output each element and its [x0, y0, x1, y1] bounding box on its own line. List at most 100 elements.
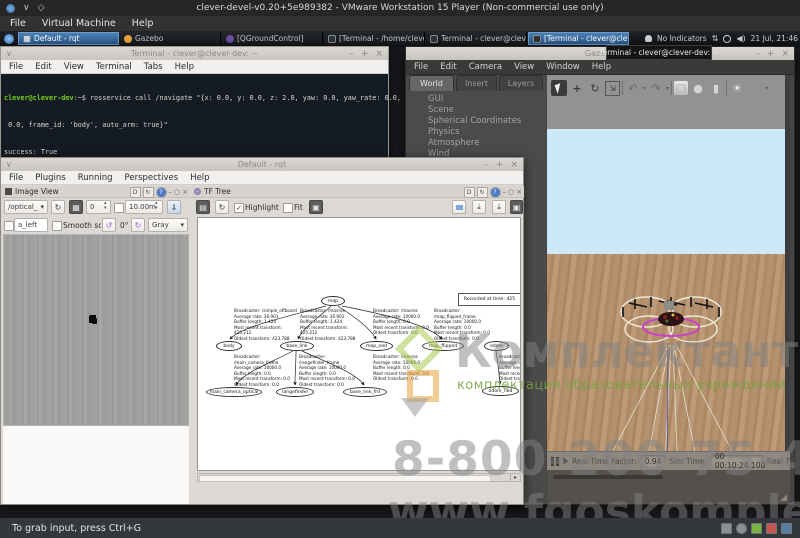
translate-tool-button[interactable]: + — [569, 80, 585, 96]
tab-layers[interactable]: Layers — [499, 75, 543, 91]
tree-item-atmosphere[interactable]: Atmosphere — [406, 137, 544, 148]
color-scheme-combobox[interactable]: Gray▾ — [148, 218, 188, 232]
redo-button[interactable]: ↷ — [648, 80, 664, 96]
taskbar-button-terminal-2[interactable]: Terminal - clever@clever-de... — [426, 32, 527, 45]
spinbox-arrows[interactable]: ▴▾ — [104, 201, 107, 211]
cdrom-device-icon[interactable] — [736, 523, 747, 534]
scrollbar-thumb[interactable] — [199, 475, 491, 482]
close-icon[interactable]: × — [781, 49, 789, 59]
topic-combobox[interactable]: /optical_▾ — [4, 200, 48, 214]
vmware-menu-virtual-machine[interactable]: Virtual Machine — [42, 18, 116, 29]
gazebo-menu-edit[interactable]: Edit — [440, 62, 456, 72]
publish-click-checkbox[interactable] — [4, 221, 14, 231]
dock-reload-button[interactable]: ↻ — [143, 187, 154, 198]
right-panel-splitter[interactable]: ⋮ — [785, 75, 790, 504]
maximize-icon[interactable]: + — [361, 49, 369, 59]
rtf-value[interactable]: 0.94 — [641, 455, 666, 467]
close-icon[interactable]: × — [375, 49, 383, 59]
taskbar-button-qgroundcontrol[interactable]: [QGroundControl] — [222, 32, 323, 45]
minimize-icon[interactable]: – — [484, 160, 489, 170]
image-options-button[interactable]: ▦ — [69, 200, 83, 214]
rqt-menu-plugins[interactable]: Plugins — [35, 173, 65, 183]
dock-float-icon[interactable]: ○ — [508, 188, 514, 196]
scale-tool-button[interactable]: ⇲ — [605, 81, 620, 96]
vmware-menu-help[interactable]: Help — [132, 18, 154, 29]
gazebo-viewport[interactable]: + ↻ ⇲ ↶ ▾ ↷ ▾ □ ● ▮ ☀ ▾ ⋮ — [547, 75, 790, 504]
tf-horizontal-scrollbar[interactable]: ▸ — [197, 473, 521, 482]
rotate-cw-button[interactable]: ↻ — [131, 218, 145, 232]
insert-box-button[interactable]: □ — [674, 81, 688, 95]
dynamic-range-checkbox[interactable] — [114, 203, 124, 213]
vmware-collapse-icon[interactable]: ∨ — [23, 3, 30, 13]
window-shade-icon[interactable]: ∨ — [6, 47, 12, 60]
maximize-icon[interactable]: + — [496, 160, 504, 170]
spinbox-arrows[interactable]: ▴▾ — [155, 201, 158, 211]
vmware-fullscreen-icon[interactable]: ◇ — [38, 3, 45, 13]
sim-time-value[interactable]: 00 00:10:24.100 — [711, 455, 763, 467]
terminal-menu-view[interactable]: View — [64, 62, 84, 72]
tf-refresh-button[interactable]: ↻ — [215, 200, 229, 214]
dock-reload-button[interactable]: ↻ — [477, 187, 488, 198]
zoom-spinbox[interactable]: 0 — [86, 200, 111, 214]
fit-checkbox[interactable] — [283, 203, 293, 213]
export-image-button[interactable]: ▣ — [510, 200, 523, 214]
undo-dropdown-icon[interactable]: ▾ — [643, 85, 646, 92]
vmware-menu-file[interactable]: File — [10, 18, 26, 29]
rotate-ccw-button[interactable]: ↺ — [102, 218, 116, 232]
network-device-icon[interactable] — [751, 523, 762, 534]
undo-button[interactable]: ↶ — [625, 80, 641, 96]
redo-dropdown-icon[interactable]: ▾ — [666, 85, 669, 92]
window-shade-icon[interactable]: ∨ — [6, 158, 12, 171]
taskbar-button-terminal-1[interactable]: [Terminal - /home/clever/cat... — [324, 32, 425, 45]
volume-icon[interactable]: ◀) — [736, 34, 745, 43]
scroll-right-button[interactable]: ▸ — [510, 474, 520, 481]
gazebo-menu-window[interactable]: Window — [546, 62, 580, 72]
dock-help-button[interactable]: ? — [156, 187, 167, 198]
tab-world[interactable]: World — [409, 75, 454, 91]
terminal-menu-edit[interactable]: Edit — [35, 62, 51, 72]
rqt-menu-help[interactable]: Help — [190, 173, 209, 183]
dock-settings-button[interactable]: D — [464, 187, 475, 198]
smooth-scaling-checkbox[interactable] — [52, 221, 62, 231]
refresh-topics-button[interactable]: ↻ — [51, 200, 65, 214]
gazebo-menu-camera[interactable]: Camera — [469, 62, 502, 72]
bell-icon[interactable] — [645, 35, 652, 42]
dock-minimize-icon[interactable]: – — [503, 188, 507, 196]
gazebo-menu-file[interactable]: File — [414, 62, 428, 72]
terminal-menu-help[interactable]: Help — [175, 62, 194, 72]
close-icon[interactable]: × — [510, 160, 518, 170]
harddisk-device-icon[interactable] — [721, 523, 732, 534]
step-button[interactable] — [563, 457, 568, 465]
rotate-tool-button[interactable]: ↻ — [587, 80, 603, 96]
taskbar-button-rqt[interactable]: Default - rqt — [18, 32, 119, 45]
zoom-out-button[interactable]: ⤓ — [492, 200, 506, 214]
dock-minimize-icon[interactable]: – — [169, 188, 173, 196]
usb-device-icon[interactable] — [766, 523, 777, 534]
select-tool-button[interactable] — [551, 80, 567, 96]
gazebo-menu-view[interactable]: View — [514, 62, 534, 72]
minimize-icon[interactable]: – — [755, 49, 760, 59]
insert-cylinder-button[interactable]: ▮ — [708, 80, 724, 96]
terminal-menu-terminal[interactable]: Terminal — [96, 62, 132, 72]
tree-item-gui[interactable]: GUI — [406, 93, 544, 104]
save-image-button[interactable]: ⇓ — [167, 200, 181, 214]
save-dot-button[interactable]: ▤ — [196, 200, 210, 214]
rqt-menu-running[interactable]: Running — [78, 173, 113, 183]
dock-float-icon[interactable]: ○ — [174, 188, 180, 196]
toolbar-overflow-icon[interactable]: ▾ — [765, 85, 768, 92]
terminal-content[interactable]: clever@clever-dev:~$ rosservice call /na… — [1, 74, 388, 157]
dock-close-icon[interactable]: × — [182, 188, 188, 196]
taskbar-button-terminal-3[interactable]: [Terminal - clever@clever-de... — [528, 32, 629, 45]
rqt-menu-file[interactable]: File — [9, 173, 23, 183]
tree-item-scene[interactable]: Scene — [406, 104, 544, 115]
dock-help-button[interactable]: ? — [490, 187, 501, 198]
horizontal-scrollbar[interactable] — [553, 475, 663, 479]
tree-item-spherical[interactable]: Spherical Coordinates — [406, 115, 544, 126]
tab-insert[interactable]: Insert — [456, 75, 497, 91]
insert-sphere-button[interactable]: ● — [690, 80, 706, 96]
tf-options-button[interactable]: ▣ — [309, 200, 323, 214]
power-icon[interactable] — [723, 35, 731, 43]
gazebo-menu-help[interactable]: Help — [592, 62, 611, 72]
maximize-icon[interactable]: + — [767, 49, 775, 59]
zoom-in-button[interactable]: ⤓ — [472, 200, 486, 214]
